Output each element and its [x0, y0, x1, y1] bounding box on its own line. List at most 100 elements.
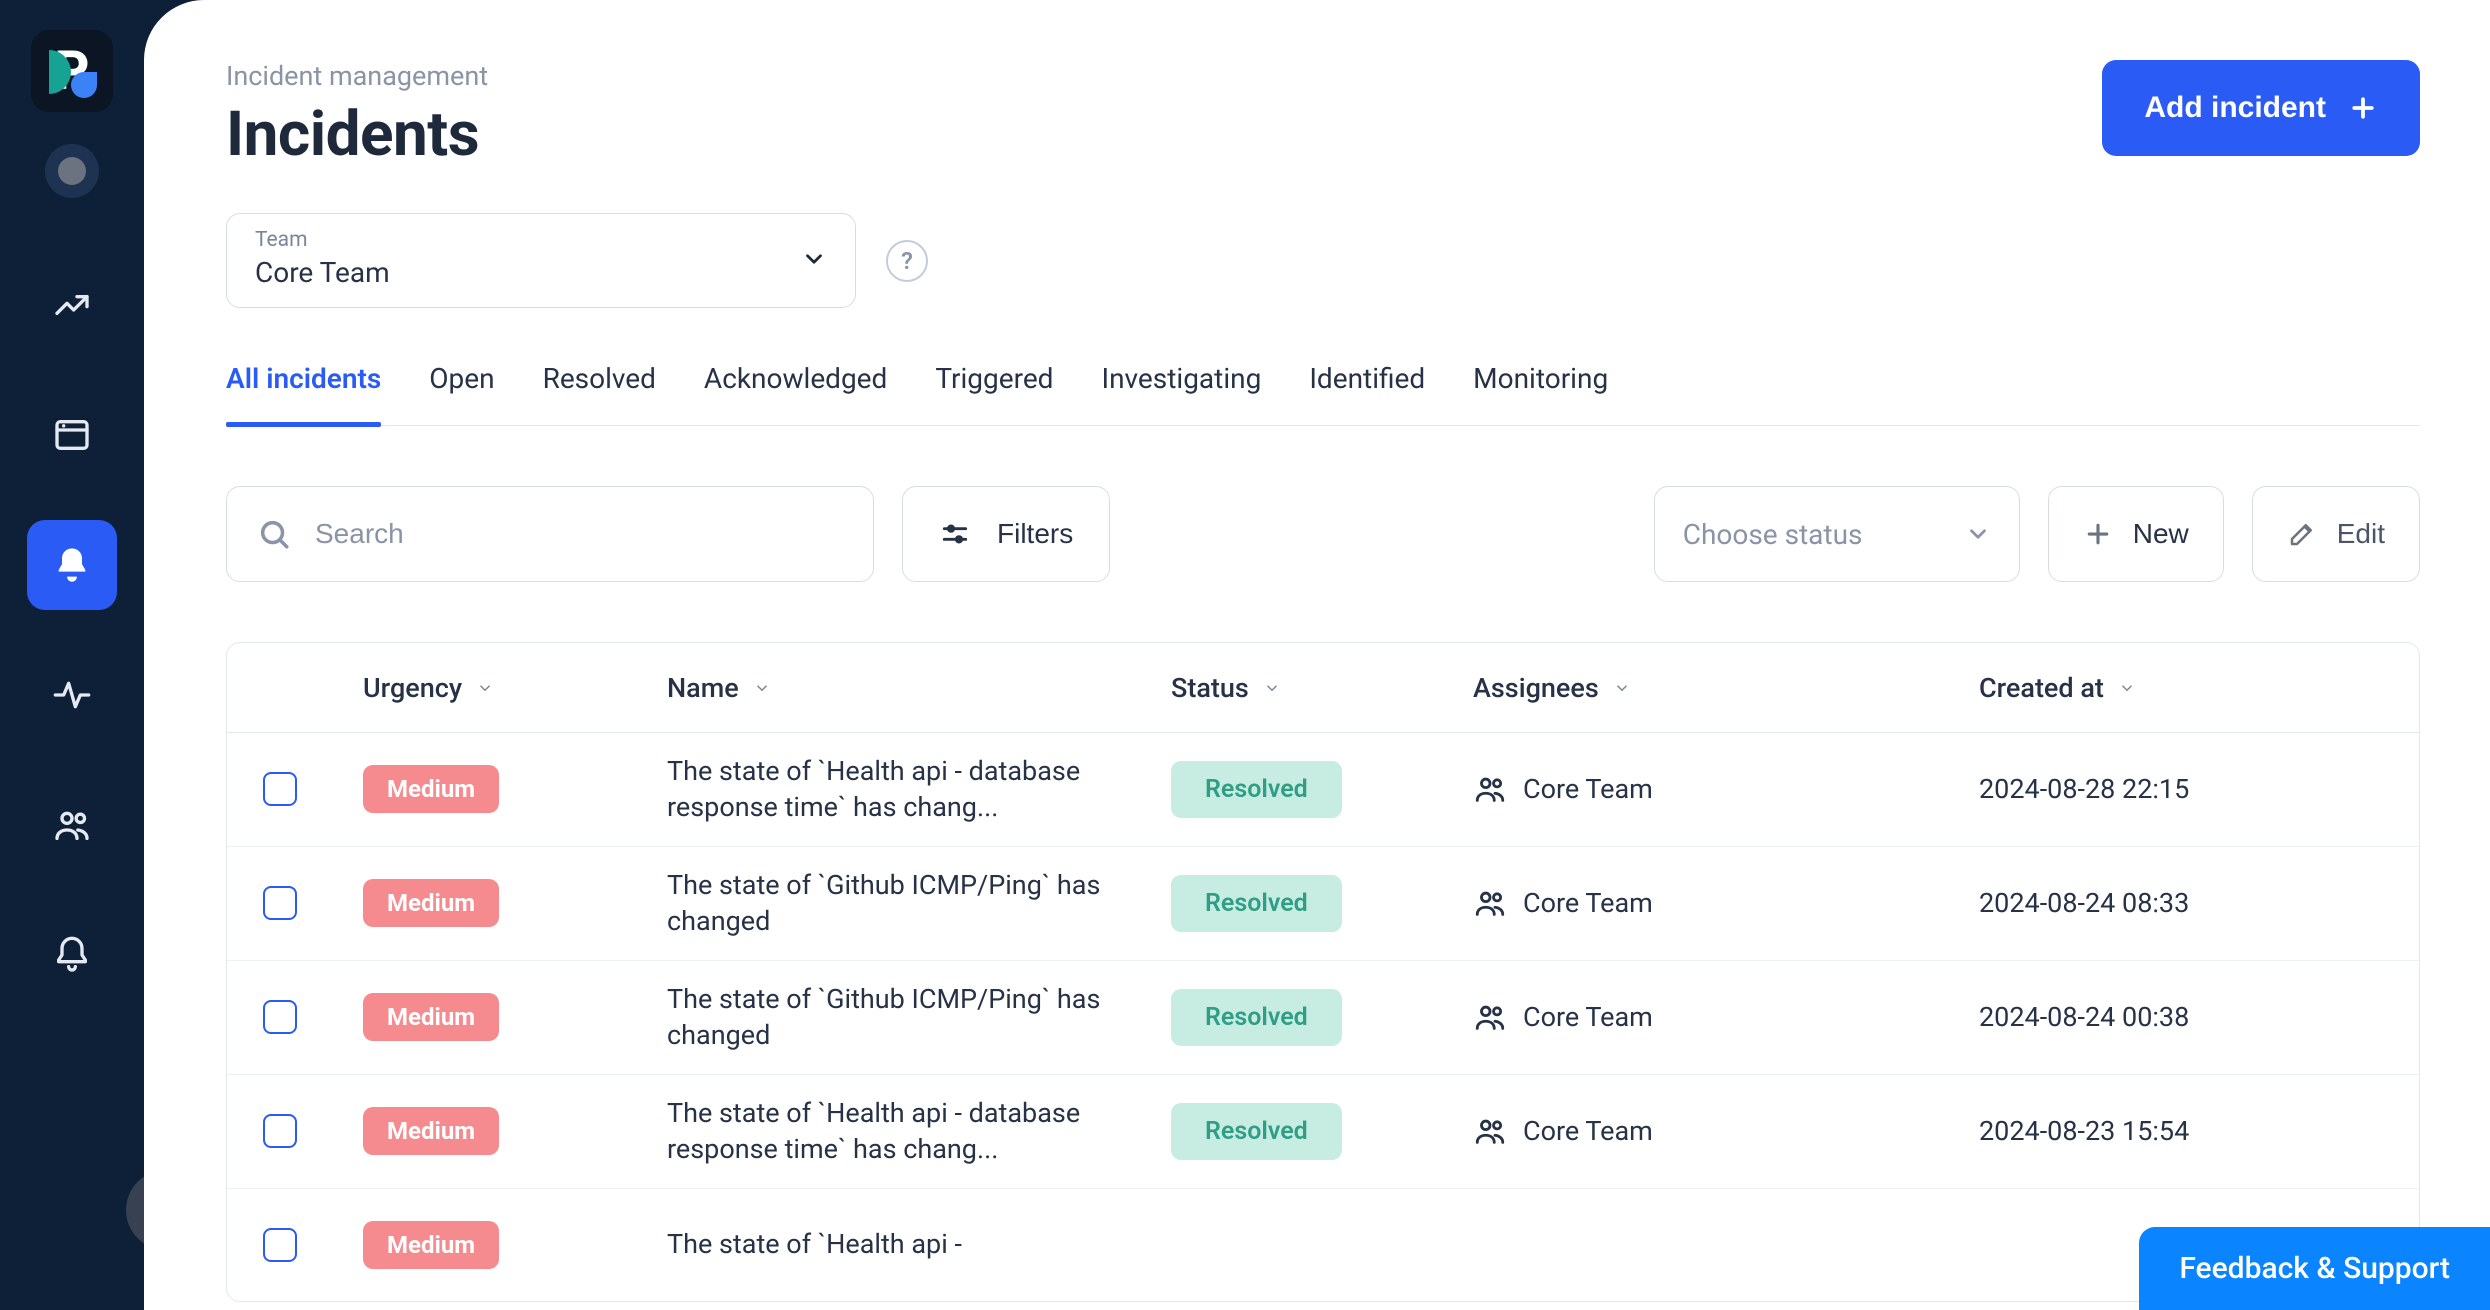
assignee-cell: Core Team	[1473, 886, 1979, 920]
status-badge: Resolved	[1171, 761, 1342, 818]
tab-identified[interactable]: Identified	[1309, 362, 1425, 425]
incident-name: The state of `Github ICMP/Ping` has chan…	[667, 867, 1171, 940]
incidents-table: Urgency Name Status Assignees Created at	[226, 642, 2420, 1302]
edit-label: Edit	[2337, 518, 2385, 550]
created-at-cell: 2024-08-24 08:33	[1979, 887, 2383, 919]
page-header: Incident management Incidents Add incide…	[226, 60, 2420, 171]
row-checkbox[interactable]	[263, 1114, 297, 1148]
tabs: All incidents Open Resolved Acknowledged Tri…	[226, 362, 2420, 426]
edit-button[interactable]: Edit	[2252, 486, 2420, 582]
table-body: Medium The state of `Health api - databas…	[227, 733, 2419, 1301]
search-box[interactable]	[226, 486, 874, 582]
row-checkbox[interactable]	[263, 886, 297, 920]
urgency-badge: Medium	[363, 765, 499, 813]
incident-name: The state of `Github ICMP/Ping` has chan…	[667, 981, 1171, 1054]
col-created-at[interactable]: Created at	[1979, 672, 2383, 704]
status-dot-icon	[58, 157, 86, 185]
row-checkbox[interactable]	[263, 1228, 297, 1262]
activity-icon	[52, 675, 92, 715]
status-placeholder: Choose status	[1683, 518, 1863, 551]
sidebar-item-pages[interactable]	[27, 390, 117, 480]
brand-logo[interactable]: P	[31, 30, 113, 112]
sidebar-item-incidents[interactable]	[27, 520, 117, 610]
table-row[interactable]: Medium The state of `Health api - databas…	[227, 733, 2419, 847]
tab-open[interactable]: Open	[429, 362, 494, 425]
table-row[interactable]: Medium The state of `Github ICMP/Ping` ha…	[227, 847, 2419, 961]
selectors-row: Team Core Team ?	[226, 213, 2420, 308]
col-assignees[interactable]: Assignees	[1473, 672, 1979, 704]
toolbar: Filters Choose status New Edit	[226, 486, 2420, 582]
status-indicator[interactable]	[45, 144, 99, 198]
window-icon	[52, 415, 92, 455]
status-badge: Resolved	[1171, 1103, 1342, 1160]
created-at-cell: 2024-08-28 22:15	[1979, 773, 2383, 805]
users-icon	[52, 805, 92, 845]
assignee-cell: Core Team	[1473, 772, 1979, 806]
urgency-badge: Medium	[363, 1107, 499, 1155]
incident-name: The state of `Health api -	[667, 1226, 986, 1262]
sidebar-item-analytics[interactable]	[27, 260, 117, 350]
row-checkbox[interactable]	[263, 772, 297, 806]
chevron-down-icon	[801, 246, 827, 272]
plus-icon	[2083, 519, 2113, 549]
breadcrumb: Incident management	[226, 60, 488, 92]
bell-outline-icon	[52, 935, 92, 975]
row-checkbox[interactable]	[263, 1000, 297, 1034]
tab-triggered[interactable]: Triggered	[935, 362, 1053, 425]
main-panel: Incident management Incidents Add incide…	[144, 0, 2490, 1310]
search-input[interactable]	[315, 518, 843, 550]
team-icon	[1473, 1114, 1507, 1148]
incident-name: The state of `Health api - database resp…	[667, 1095, 1171, 1168]
page-title: Incidents	[226, 98, 488, 171]
created-at-cell: 2024-08-24 00:38	[1979, 1001, 2383, 1033]
help-button[interactable]: ?	[886, 240, 928, 282]
team-select[interactable]: Team Core Team	[226, 213, 856, 308]
chevron-down-icon	[1965, 521, 1991, 547]
bell-icon	[52, 545, 92, 585]
incident-name: The state of `Health api - database resp…	[667, 753, 1171, 826]
sidebar-item-pulse[interactable]	[27, 650, 117, 740]
urgency-badge: Medium	[363, 993, 499, 1041]
filters-label: Filters	[997, 518, 1073, 550]
sidebar-item-alerts[interactable]	[27, 910, 117, 1000]
table-row[interactable]: Medium The state of `Health api - databas…	[227, 1075, 2419, 1189]
col-urgency[interactable]: Urgency	[363, 672, 667, 704]
table-row[interactable]: Medium The state of `Health api -	[227, 1189, 2419, 1301]
col-status[interactable]: Status	[1171, 672, 1473, 704]
tab-monitoring[interactable]: Monitoring	[1473, 362, 1608, 425]
sliders-icon	[939, 518, 971, 550]
tab-acknowledged[interactable]: Acknowledged	[704, 362, 887, 425]
tab-resolved[interactable]: Resolved	[543, 362, 656, 425]
chart-line-icon	[52, 285, 92, 325]
search-icon	[257, 517, 291, 551]
filters-button[interactable]: Filters	[902, 486, 1110, 582]
add-incident-button[interactable]: Add incident	[2102, 60, 2420, 156]
status-badge: Resolved	[1171, 875, 1342, 932]
table-row[interactable]: Medium The state of `Github ICMP/Ping` ha…	[227, 961, 2419, 1075]
status-badge: Resolved	[1171, 989, 1342, 1046]
logo-accent-blue	[71, 72, 97, 98]
team-icon	[1473, 1000, 1507, 1034]
sort-icon	[753, 679, 771, 697]
feedback-support-button[interactable]: Feedback & Support	[2139, 1227, 2490, 1310]
col-name[interactable]: Name	[667, 672, 1171, 704]
assignee-cell: Core Team	[1473, 1000, 1979, 1034]
new-button[interactable]: New	[2048, 486, 2224, 582]
sidebar-item-team[interactable]	[27, 780, 117, 870]
urgency-badge: Medium	[363, 1221, 499, 1269]
tab-all-incidents[interactable]: All incidents	[226, 362, 381, 425]
status-select[interactable]: Choose status	[1654, 486, 2020, 582]
assignee-cell: Core Team	[1473, 1114, 1979, 1148]
urgency-badge: Medium	[363, 879, 499, 927]
add-incident-label: Add incident	[2144, 91, 2326, 125]
plus-icon	[2348, 93, 2378, 123]
sort-icon	[1263, 679, 1281, 697]
team-icon	[1473, 772, 1507, 806]
sort-icon	[476, 679, 494, 697]
created-at-cell: 2024-08-23 15:54	[1979, 1115, 2383, 1147]
tab-investigating[interactable]: Investigating	[1101, 362, 1261, 425]
edit-icon	[2287, 519, 2317, 549]
sort-icon	[2118, 679, 2136, 697]
new-label: New	[2133, 518, 2189, 550]
question-mark-icon: ?	[901, 247, 913, 275]
